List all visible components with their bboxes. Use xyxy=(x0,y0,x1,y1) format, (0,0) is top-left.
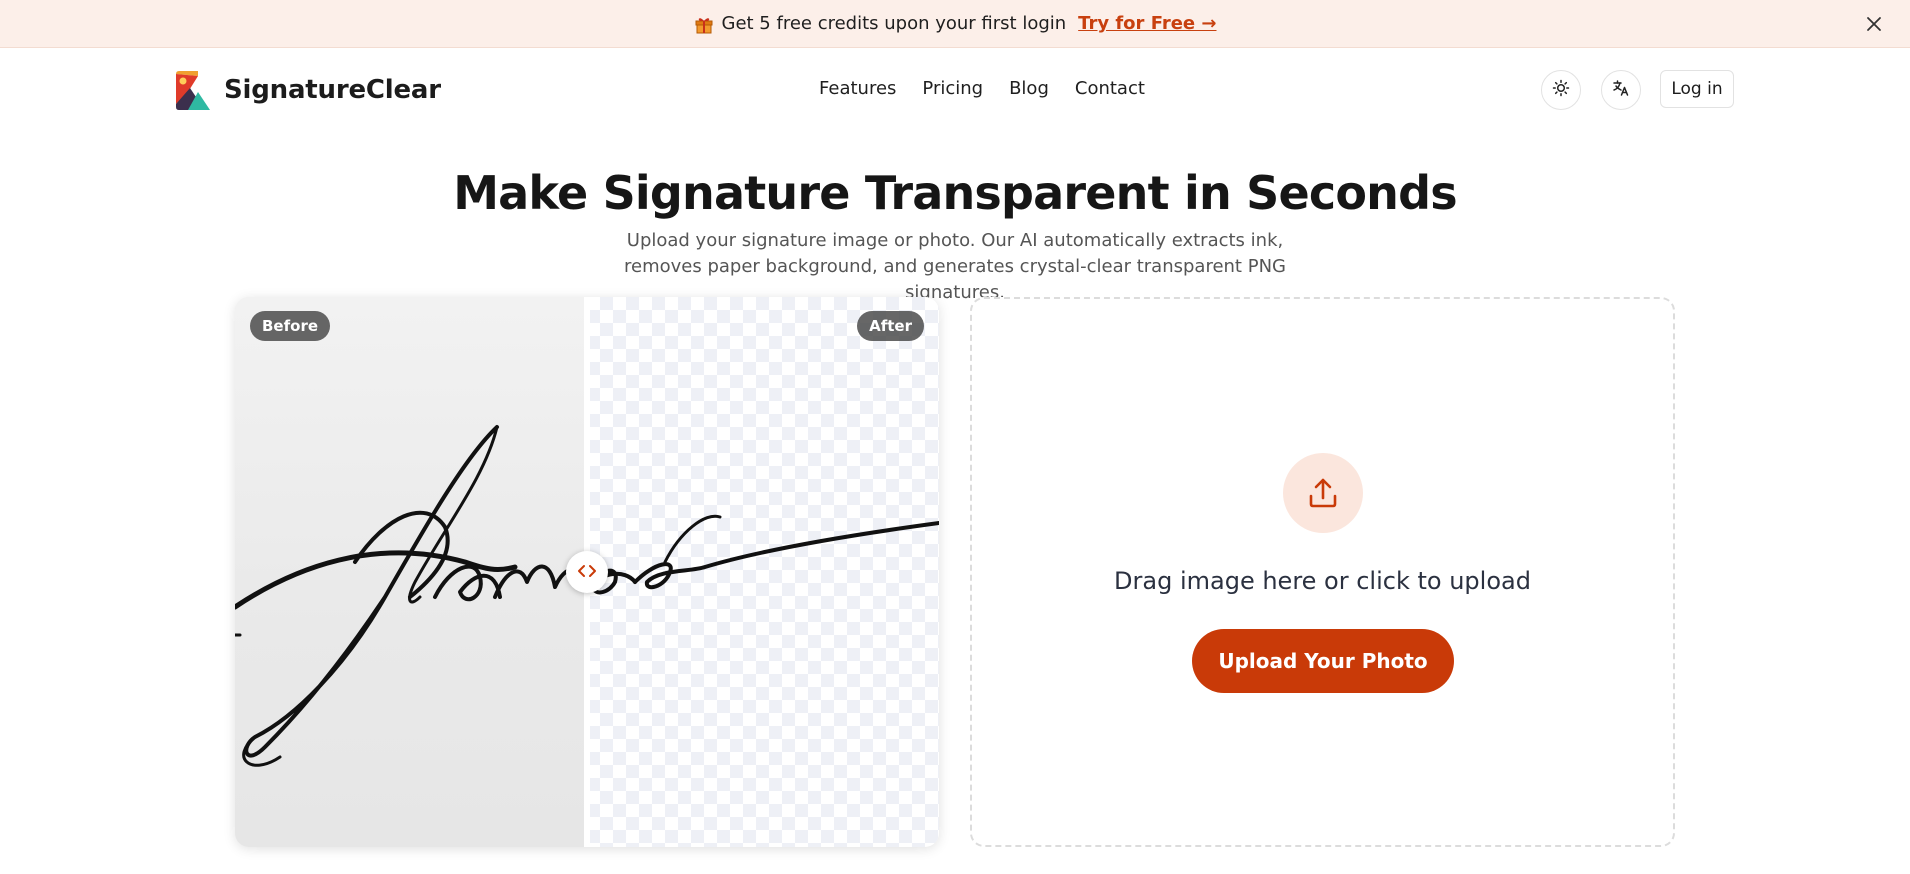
page-subtitle: Upload your signature image or photo. Ou… xyxy=(624,230,1286,303)
after-badge: After xyxy=(857,311,924,341)
nav-item-blog[interactable]: Blog xyxy=(1009,78,1049,99)
promo-text: Get 5 free credits upon your first login xyxy=(721,13,1067,34)
site-header: SignatureClear Features Pricing Blog Con… xyxy=(0,48,1910,132)
nav-item-contact[interactable]: Contact xyxy=(1075,78,1145,99)
promo-banner: Get 5 free credits upon your first login… xyxy=(0,0,1910,48)
try-free-link[interactable]: Try for Free → xyxy=(1078,13,1216,34)
before-after-slider[interactable]: Before After xyxy=(235,297,939,847)
main-nav: Features Pricing Blog Contact xyxy=(819,78,1145,99)
gift-icon xyxy=(694,14,714,34)
page-title: Make Signature Transparent in Seconds xyxy=(453,166,1457,220)
nav-item-pricing[interactable]: Pricing xyxy=(922,78,983,99)
theme-toggle-button[interactable] xyxy=(1541,70,1581,110)
brand-link[interactable]: SignatureClear xyxy=(174,70,441,110)
language-button[interactable] xyxy=(1601,70,1641,110)
sun-icon xyxy=(1552,79,1570,101)
translate-icon xyxy=(1612,79,1630,101)
before-badge: Before xyxy=(250,311,331,341)
upload-hint: Drag image here or click to upload xyxy=(1114,567,1531,595)
brand-name: SignatureClear xyxy=(224,75,441,105)
nav-item-features[interactable]: Features xyxy=(819,78,896,99)
close-icon[interactable] xyxy=(1862,12,1886,36)
upload-photo-button[interactable]: Upload Your Photo xyxy=(1192,629,1454,693)
code-arrows-icon xyxy=(577,563,597,582)
brand-logo-icon xyxy=(174,70,212,110)
upload-dropzone[interactable]: Drag image here or click to upload Uploa… xyxy=(970,297,1675,847)
login-button[interactable]: Log in xyxy=(1660,70,1734,108)
upload-icon xyxy=(1283,453,1363,533)
slider-handle[interactable] xyxy=(566,551,608,593)
